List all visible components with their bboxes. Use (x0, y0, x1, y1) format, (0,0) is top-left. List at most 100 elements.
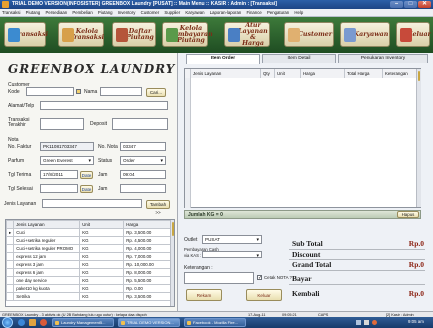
tab-penukaran-inventory[interactable]: Penukaran Inventory (338, 54, 428, 63)
tab-item-order[interactable]: Item Order (186, 54, 260, 64)
bayar-label: Bayar (292, 274, 312, 283)
minimize-button[interactable]: – (390, 1, 403, 8)
scrollbar-thumb[interactable] (418, 71, 420, 81)
kode-label: Kode (8, 89, 20, 95)
kembali-value: Rp.0 (408, 289, 424, 298)
tambah-button[interactable]: Tambah >> (146, 200, 170, 215)
nonota-label: No. Nota (98, 144, 118, 150)
kode-lookup-icon[interactable] (76, 89, 81, 94)
tgl-selesai-input[interactable] (40, 184, 78, 193)
nota-section-label: Nota (8, 137, 19, 143)
column-header[interactable]: Total Harga (345, 69, 383, 78)
tray-volume-icon[interactable] (364, 320, 369, 325)
column-header[interactable]: Harga (301, 69, 345, 78)
toolbar-piutang2-label: Piutang (177, 36, 205, 44)
column-header[interactable]: Unit (275, 69, 301, 78)
rekam-button[interactable]: Rekam (186, 289, 222, 301)
tray-network-icon[interactable] (356, 320, 361, 325)
faktur-input: PK11081703347 (40, 142, 94, 151)
table-row[interactable]: one day service KG Rp. 5,500.00 (6, 276, 172, 285)
scrollbar-thumb[interactable] (172, 222, 174, 236)
close-button[interactable]: ✕ (418, 1, 431, 8)
menu-laporan[interactable]: Laporan-laporan (210, 10, 242, 15)
table-header-row: Jenis Layanan Unit Harga (6, 220, 172, 229)
hapus-button[interactable]: Hapus (397, 211, 419, 218)
toolbar-karyawan-button[interactable]: Karyawan (340, 22, 390, 47)
task-laundry-management[interactable]: Laundry Management5... (52, 318, 114, 327)
media-icon[interactable] (40, 319, 47, 326)
start-button[interactable] (2, 317, 13, 328)
tgl-terima-input[interactable]: 17/8/2011 (40, 170, 78, 179)
cell: Rp. 5,500.00 (123, 276, 172, 285)
menu-help[interactable]: Help (294, 10, 303, 15)
table-row[interactable]: express 12 jam KG Rp. 7,000.00 (6, 252, 172, 261)
column-header[interactable]: Jenis Layanan (13, 220, 81, 229)
kode-input[interactable] (26, 87, 74, 96)
toolbar-kelola-transaksi-button[interactable]: Kelola Transaksi (58, 22, 104, 47)
parfum-select[interactable]: Green Everest (40, 156, 94, 165)
row-indicator (6, 244, 15, 253)
menu-supplier[interactable]: Supplier (164, 10, 180, 15)
cari-button[interactable]: Cari... (146, 88, 166, 97)
menu-karyawan[interactable]: Karyawan (185, 10, 204, 15)
folder-icon[interactable] (29, 319, 36, 326)
keluar-button[interactable]: Keluar (246, 289, 282, 301)
menu-transaksi[interactable]: Transaksi (2, 10, 20, 15)
menu-pembelian[interactable]: Pembelian (72, 10, 92, 15)
cell: KG (79, 228, 125, 237)
alamat-input[interactable] (40, 101, 168, 110)
task-trial-demo[interactable]: TRIAL DEMO VERSION... (118, 318, 180, 327)
order-grid[interactable]: Jenis Layanan Qty Unit Harga Total Harga… (184, 68, 421, 208)
cetak-nota-checkbox[interactable]: ✓ (257, 275, 262, 281)
menu-finance[interactable]: Finance (246, 10, 261, 15)
nama-input[interactable] (100, 87, 142, 96)
menu-inventory[interactable]: Inventory (118, 10, 136, 15)
task-firefox[interactable]: Facebook - Mozilla Fire... (184, 318, 246, 327)
column-header[interactable]: Harga (123, 220, 172, 229)
menu-customer[interactable]: Customer (141, 10, 160, 15)
cell: KG (79, 284, 125, 293)
tgl-terima-date-button[interactable]: Date (80, 171, 93, 179)
toolbar-keluar-button[interactable]: Keluar (396, 22, 431, 47)
discount-label: Discount (292, 250, 321, 259)
tag-icon (228, 28, 240, 42)
nonota-input[interactable]: 03347 (120, 142, 166, 151)
status-select[interactable]: Order (120, 156, 166, 165)
via-kas-select[interactable] (202, 251, 262, 260)
bayar-divider (289, 284, 425, 285)
menu-piutang[interactable]: Piutang (26, 10, 41, 15)
toolbar-pembayaran-piutang-button[interactable]: Kelola Pembayaran Piutang (162, 22, 213, 47)
layanan-scrollbar[interactable] (170, 220, 174, 306)
keterangan-input[interactable] (184, 272, 254, 284)
maximize-button[interactable]: □ (404, 1, 417, 8)
table-row[interactable]: express 6 jam KG Rp. 8,000.00 (6, 268, 172, 277)
table-row[interactable]: Cuci+setrika reguler PROMO KG Rp. 4,000.00 (6, 244, 172, 253)
tray-app-icon[interactable] (372, 320, 377, 325)
table-row[interactable]: Setrika KG Rp. 3,500.00 (6, 292, 172, 301)
tab-item-detail[interactable]: Item Detail (262, 54, 336, 63)
alamat-label: Alamat/Telp (8, 103, 35, 109)
toolbar-layanan-harga-button[interactable]: Atur Layanan & Harga (224, 22, 270, 47)
table-row[interactable]: Cuci+setrika reguler KG Rp. 4,500.00 (6, 236, 172, 245)
column-header[interactable]: Unit (79, 220, 125, 229)
taskbar-clock[interactable]: 9:05 am (408, 319, 424, 324)
jam-terima-input[interactable]: 09:04 (120, 170, 166, 179)
toolbar-customer-button[interactable]: Customer (284, 22, 334, 47)
outlet-select[interactable]: PUSAT (202, 235, 262, 244)
browser-icon[interactable] (18, 319, 25, 326)
order-scrollbar[interactable] (416, 69, 421, 207)
column-header[interactable]: Qty (261, 69, 275, 78)
toolbar-transaksi-button[interactable]: Transaksi (4, 22, 48, 47)
tgl-selesai-date-button[interactable]: Date (80, 185, 93, 193)
column-header[interactable]: Jenis Layanan (191, 69, 261, 78)
menu-persediaan[interactable]: Persediaan (45, 10, 67, 15)
jenis-layanan-input[interactable] (42, 199, 142, 208)
column-header[interactable]: Keterangan (383, 69, 417, 78)
menu-piutang-2[interactable]: Piutang (98, 10, 113, 15)
menu-pengaturan[interactable]: Pengaturan (267, 10, 289, 15)
table-row[interactable]: express 3 jam KG Rp. 10,000.00 (6, 260, 172, 269)
toolbar-daftar-piutang-button[interactable]: Daftar Piutang (112, 22, 156, 47)
table-row[interactable]: ▸ Cuci KG Rp. 3,500.00 (6, 228, 172, 237)
table-row[interactable]: paket10 kg kuota KG Rp. 0.00 (6, 284, 172, 293)
jam-selesai-input[interactable] (120, 184, 166, 193)
